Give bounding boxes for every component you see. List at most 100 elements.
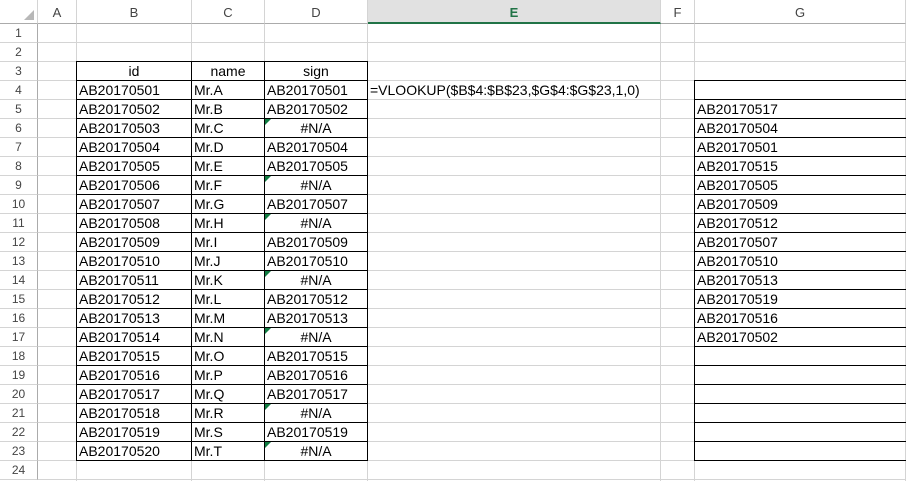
cell-g[interactable]: AB20170510 (694, 251, 906, 271)
cell-sign[interactable]: AB20170501 (264, 80, 368, 100)
cell-sign[interactable]: #N/A (264, 403, 368, 423)
cell-g[interactable]: AB20170513 (694, 270, 906, 290)
cell-sign[interactable]: AB20170509 (264, 232, 368, 252)
cell-g[interactable]: AB20170501 (694, 137, 906, 157)
cell-name[interactable]: Mr.P (191, 365, 265, 385)
cell-name[interactable]: Mr.N (191, 327, 265, 347)
cell-g[interactable]: AB20170507 (694, 232, 906, 252)
column-header-f[interactable]: F (661, 0, 695, 24)
cell-id[interactable]: AB20170506 (76, 175, 192, 195)
row-header-17[interactable]: 17 (0, 328, 38, 347)
cell-name[interactable]: Mr.T (191, 441, 265, 461)
cell-id[interactable]: AB20170501 (76, 80, 192, 100)
row-header-14[interactable]: 14 (0, 271, 38, 290)
cell-name[interactable]: Mr.L (191, 289, 265, 309)
error-indicator-icon[interactable] (265, 404, 271, 410)
row-header-2[interactable]: 2 (0, 43, 38, 62)
cell-id[interactable]: AB20170520 (76, 441, 192, 461)
cell-sign[interactable]: #N/A (264, 118, 368, 138)
select-all-button[interactable] (0, 0, 38, 24)
cell-g[interactable]: AB20170505 (694, 175, 906, 195)
cell-g[interactable] (694, 403, 906, 423)
cell-g[interactable]: AB20170515 (694, 156, 906, 176)
row-header-20[interactable]: 20 (0, 385, 38, 404)
cell-sign[interactable]: AB20170517 (264, 384, 368, 404)
row-header-4[interactable]: 4 (0, 81, 38, 100)
cell-name[interactable]: Mr.I (191, 232, 265, 252)
cell-sign[interactable]: #N/A (264, 441, 368, 461)
column-header-d[interactable]: D (265, 0, 368, 24)
header-sign[interactable]: sign (264, 61, 368, 81)
row-header-15[interactable]: 15 (0, 290, 38, 309)
cell-sign[interactable]: #N/A (264, 327, 368, 347)
row-header-7[interactable]: 7 (0, 138, 38, 157)
row-header-12[interactable]: 12 (0, 233, 38, 252)
cell-sign[interactable]: AB20170505 (264, 156, 368, 176)
cell-name[interactable]: Mr.O (191, 346, 265, 366)
row-header-3[interactable]: 3 (0, 62, 38, 81)
row-header-16[interactable]: 16 (0, 309, 38, 328)
cell-sign[interactable]: AB20170510 (264, 251, 368, 271)
cell-id[interactable]: AB20170503 (76, 118, 192, 138)
cell-name[interactable]: Mr.E (191, 156, 265, 176)
row-header-21[interactable]: 21 (0, 404, 38, 423)
cell-sign[interactable]: AB20170502 (264, 99, 368, 119)
cell-sign[interactable]: AB20170516 (264, 365, 368, 385)
cell-name[interactable]: Mr.M (191, 308, 265, 328)
cell-g[interactable]: AB20170504 (694, 118, 906, 138)
cell-name[interactable]: Mr.D (191, 137, 265, 157)
cell-sign[interactable]: AB20170504 (264, 137, 368, 157)
cell-id[interactable]: AB20170517 (76, 384, 192, 404)
cell-name[interactable]: Mr.Q (191, 384, 265, 404)
cell-id[interactable]: AB20170509 (76, 232, 192, 252)
cell-id[interactable]: AB20170510 (76, 251, 192, 271)
cell-name[interactable]: Mr.B (191, 99, 265, 119)
cell-id[interactable]: AB20170511 (76, 270, 192, 290)
cell-name[interactable]: Mr.G (191, 194, 265, 214)
cell-id[interactable]: AB20170518 (76, 403, 192, 423)
cell-id[interactable]: AB20170505 (76, 156, 192, 176)
cell-id[interactable]: AB20170502 (76, 99, 192, 119)
cell-sign[interactable]: AB20170507 (264, 194, 368, 214)
row-header-5[interactable]: 5 (0, 100, 38, 119)
cell-id[interactable]: AB20170512 (76, 289, 192, 309)
cell-g[interactable] (694, 441, 906, 461)
cell-sign[interactable]: AB20170512 (264, 289, 368, 309)
cell-g[interactable]: AB20170512 (694, 213, 906, 233)
row-header-9[interactable]: 9 (0, 176, 38, 195)
cell-g[interactable] (694, 365, 906, 385)
column-header-c[interactable]: C (192, 0, 265, 24)
cell-g[interactable] (694, 384, 906, 404)
cell-id[interactable]: AB20170516 (76, 365, 192, 385)
cell-id[interactable]: AB20170514 (76, 327, 192, 347)
cell-id[interactable]: AB20170515 (76, 346, 192, 366)
row-header-19[interactable]: 19 (0, 366, 38, 385)
cell-name[interactable]: Mr.A (191, 80, 265, 100)
row-header-1[interactable]: 1 (0, 24, 38, 43)
row-header-6[interactable]: 6 (0, 119, 38, 138)
column-header-a[interactable]: A (38, 0, 77, 24)
cell-name[interactable]: Mr.C (191, 118, 265, 138)
row-header-13[interactable]: 13 (0, 252, 38, 271)
error-indicator-icon[interactable] (265, 328, 271, 334)
cell-g[interactable]: AB20170517 (694, 99, 906, 119)
cell-g[interactable]: AB20170516 (694, 308, 906, 328)
cell-id[interactable]: AB20170504 (76, 137, 192, 157)
cell-g[interactable]: AB20170509 (694, 194, 906, 214)
cell-name[interactable]: Mr.F (191, 175, 265, 195)
cell-sign[interactable]: AB20170519 (264, 422, 368, 442)
error-indicator-icon[interactable] (265, 442, 271, 448)
cell-name[interactable]: Mr.J (191, 251, 265, 271)
row-header-18[interactable]: 18 (0, 347, 38, 366)
cell-name[interactable]: Mr.R (191, 403, 265, 423)
cell-name[interactable]: Mr.K (191, 270, 265, 290)
cell-id[interactable]: AB20170513 (76, 308, 192, 328)
cell-sign[interactable]: #N/A (264, 270, 368, 290)
header-name[interactable]: name (191, 61, 265, 81)
cell-name[interactable]: Mr.S (191, 422, 265, 442)
header-id[interactable]: id (76, 61, 192, 81)
row-header-23[interactable]: 23 (0, 442, 38, 461)
column-header-g[interactable]: G (695, 0, 906, 24)
cell-id[interactable]: AB20170507 (76, 194, 192, 214)
error-indicator-icon[interactable] (265, 176, 271, 182)
